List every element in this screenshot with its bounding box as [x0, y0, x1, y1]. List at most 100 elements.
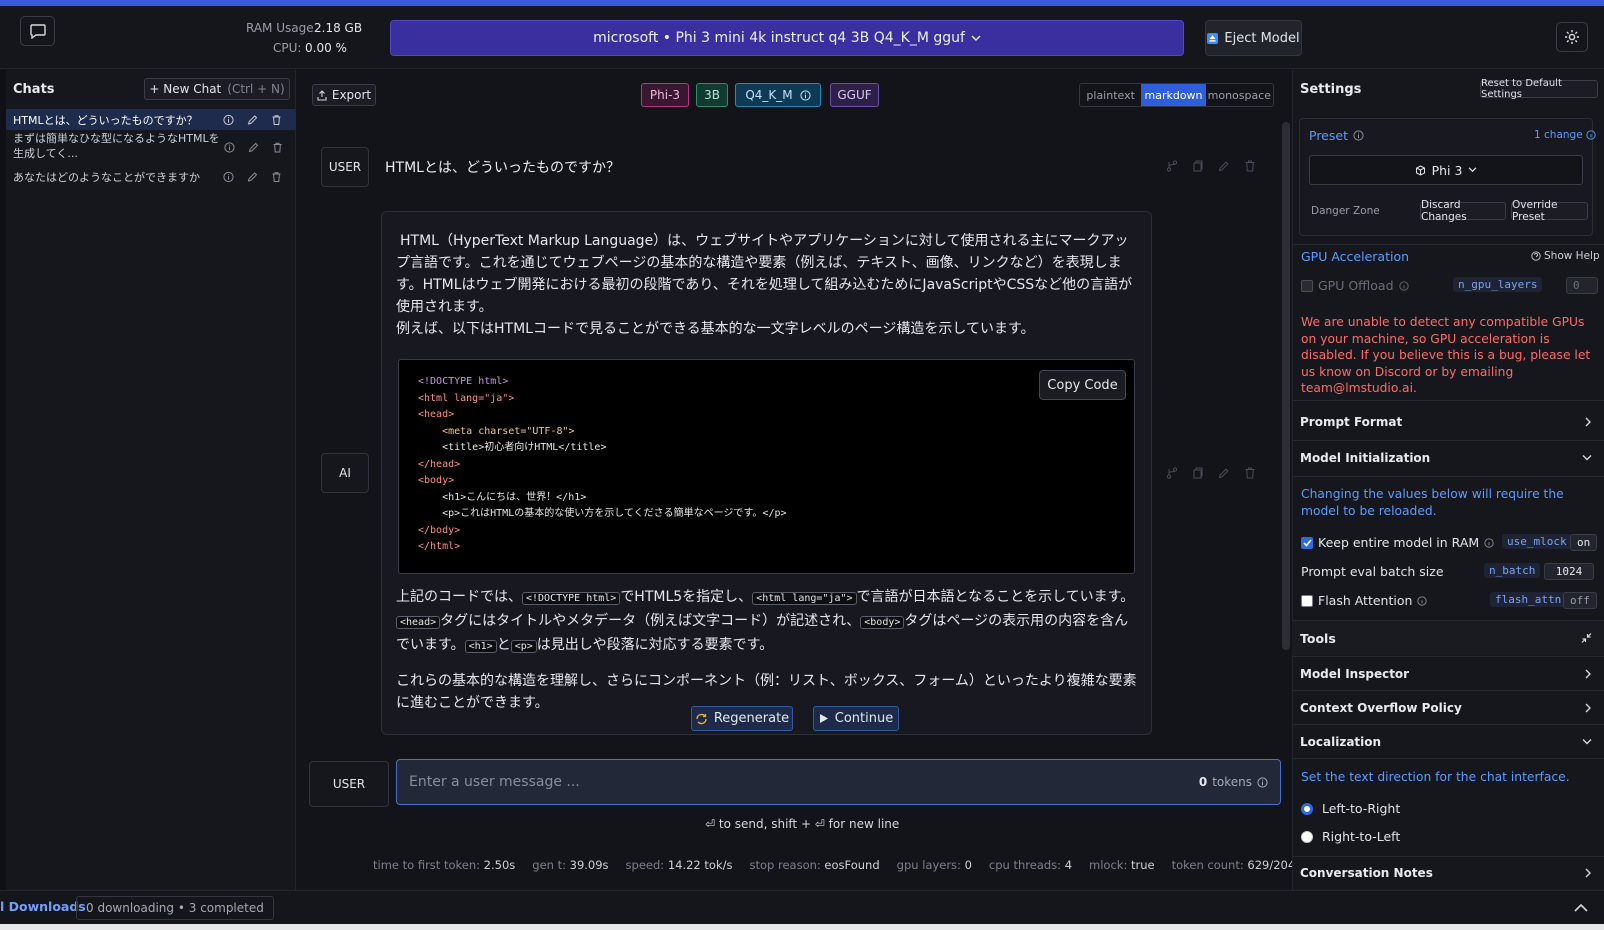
composer-role-toggle[interactable]: USER — [309, 761, 389, 807]
new-chat-button[interactable]: + New Chat (Ctrl + N) — [144, 78, 290, 100]
edit-icon[interactable] — [1218, 160, 1230, 172]
gpu-layers-input[interactable]: 0 — [1566, 277, 1598, 294]
info-icon[interactable] — [224, 142, 235, 153]
chevron-down-icon — [1582, 455, 1592, 461]
mlock-value[interactable]: on — [1570, 534, 1598, 551]
chat-list-item[interactable]: まずは簡単なひな型になるようなHTMLを生成してく... — [6, 131, 222, 161]
ltr-radio[interactable] — [1301, 802, 1313, 815]
section-model-initialization[interactable]: Model Initialization — [1292, 441, 1604, 475]
edit-icon[interactable] — [248, 142, 259, 153]
danger-zone-label: Danger Zone — [1311, 205, 1380, 217]
export-button[interactable]: Export — [312, 84, 376, 106]
stat-value: 39.09s — [569, 858, 609, 872]
user-message-text: HTMLとは、どういったものですか？ — [385, 160, 620, 176]
rtl-radio[interactable] — [1301, 830, 1313, 843]
section-title: Tools — [1300, 630, 1336, 646]
downloads-button[interactable]: l Downloads — [0, 899, 86, 914]
stat-label: gpu layers: — [896, 858, 961, 872]
keep-ram-label: Keep entire model in RAM — [1318, 535, 1480, 550]
flash-attention-checkbox[interactable] — [1301, 594, 1313, 607]
info-icon[interactable] — [223, 114, 234, 125]
tag-params: 3B — [696, 83, 728, 107]
code-line: </head> — [418, 458, 461, 470]
edit-icon[interactable] — [247, 114, 258, 125]
format-plaintext[interactable]: plaintext — [1080, 84, 1141, 106]
text-run: でHTML5を指定し、 — [620, 589, 753, 605]
code-line: <h1>こんにちは、世界！</h1> — [418, 491, 587, 503]
reset-defaults-button[interactable]: Reset to Default Settings — [1480, 78, 1598, 100]
rtl-label: Right-to-Left — [1322, 829, 1401, 844]
section-localization[interactable]: Localization — [1292, 725, 1604, 759]
flash-attn-value[interactable]: off — [1563, 592, 1597, 609]
branch-icon[interactable] — [1166, 467, 1178, 479]
info-icon — [1484, 537, 1494, 548]
trash-icon[interactable] — [271, 172, 282, 183]
section-conversation-notes[interactable]: Conversation Notes — [1292, 857, 1604, 889]
chat-list-item[interactable]: HTMLとは、どういったものですか？ — [6, 109, 296, 130]
code-content: <!DOCTYPE html> <html lang="ja"> <head> … — [418, 374, 787, 556]
divider — [1292, 400, 1604, 401]
copy-code-button[interactable]: Copy Code — [1039, 370, 1126, 400]
regenerate-button[interactable]: Regenerate — [691, 706, 793, 731]
code-line: <!DOCTYPE html> — [418, 376, 509, 387]
trash-icon[interactable] — [1244, 467, 1256, 479]
keep-ram-checkbox[interactable] — [1301, 536, 1313, 549]
format-monospace[interactable]: monospace — [1206, 84, 1273, 106]
trash-icon[interactable] — [272, 142, 283, 153]
batch-size-label: Prompt eval batch size — [1301, 564, 1444, 579]
discard-changes-button[interactable]: Discard Changes — [1420, 199, 1506, 223]
stat-item: time to first token: 2.50s — [373, 858, 515, 872]
format-toggle-group: plaintext markdown monospace — [1079, 83, 1274, 107]
rtl-option[interactable]: Right-to-Left — [1301, 829, 1400, 844]
continue-button[interactable]: Continue — [813, 706, 899, 731]
edit-icon[interactable] — [1218, 467, 1230, 479]
stat-value: true — [1130, 858, 1155, 872]
chevron-right-icon — [1585, 703, 1591, 713]
inline-code: <body> — [860, 616, 905, 629]
expand-downloads-button[interactable] — [1574, 903, 1588, 912]
ltr-option[interactable]: Left-to-Right — [1301, 801, 1400, 816]
info-icon — [1257, 776, 1268, 788]
chat-scrollbar[interactable] — [1282, 122, 1290, 650]
inline-code: <html lang="ja"> — [752, 592, 857, 605]
show-help-button[interactable]: Show Help — [1531, 250, 1600, 262]
section-prompt-format[interactable]: Prompt Format — [1292, 405, 1604, 439]
stat-item: speed: 14.22 tok/s — [626, 858, 733, 872]
branch-icon[interactable] — [1166, 160, 1178, 172]
inline-code: <head> — [396, 616, 441, 629]
help-icon — [1531, 251, 1541, 261]
tag-quant[interactable]: Q4_K_M — [735, 83, 821, 107]
chevron-up-icon — [1574, 903, 1588, 912]
section-tools[interactable]: Tools — [1292, 621, 1604, 655]
override-preset-button[interactable]: Override Preset — [1511, 199, 1588, 223]
preset-changes[interactable]: 1 change — [1534, 129, 1596, 141]
new-chat-shortcut: (Ctrl + N) — [227, 82, 285, 96]
generation-stats: time to first token: 2.50s gen t: 39.09s… — [373, 858, 1302, 872]
message-input[interactable] — [409, 774, 1199, 790]
format-markdown[interactable]: markdown — [1141, 84, 1206, 106]
model-selector[interactable]: microsoft • Phi 3 mini 4k instruct q4 3B… — [390, 20, 1184, 56]
trash-icon[interactable] — [271, 114, 282, 125]
info-icon[interactable] — [223, 171, 234, 183]
batch-size-input[interactable]: 1024 — [1544, 563, 1594, 580]
code-line: <head> — [418, 409, 455, 420]
copy-icon[interactable] — [1192, 160, 1204, 172]
stat-item: token count: 629/2048 — [1172, 858, 1303, 872]
section-model-inspector[interactable]: Model Inspector — [1292, 657, 1604, 691]
eject-model-button[interactable]: Eject Model — [1205, 20, 1302, 56]
flash-attn-key: flash_attn — [1490, 592, 1567, 607]
regenerate-icon — [696, 713, 707, 724]
text-run: は見出しや段落に対応する要素です。 — [536, 637, 774, 653]
trash-icon[interactable] — [1244, 160, 1256, 172]
init-note: Changing the values below will require t… — [1301, 487, 1564, 518]
chat-bubble-icon-button[interactable] — [20, 16, 55, 46]
edit-icon[interactable] — [247, 172, 258, 183]
section-context-overflow[interactable]: Context Overflow Policy — [1292, 691, 1604, 725]
chat-list-item[interactable]: あなたはどのようなことができますか — [6, 167, 296, 187]
preset-select[interactable]: Phi 3 — [1309, 155, 1583, 185]
flash-attention-row: Flash Attention — [1301, 593, 1428, 608]
gpu-offload-checkbox[interactable] — [1301, 279, 1313, 292]
section-title: Conversation Notes — [1300, 866, 1433, 880]
settings-gear-button[interactable] — [1556, 22, 1588, 52]
copy-icon[interactable] — [1192, 467, 1204, 479]
